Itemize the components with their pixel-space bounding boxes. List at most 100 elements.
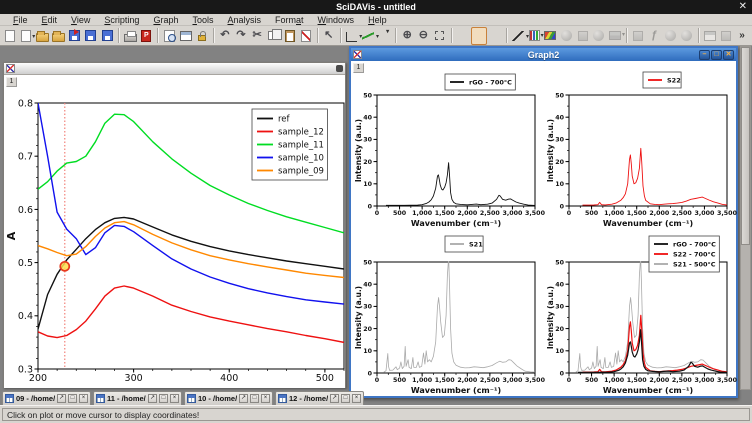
project-explorer-icon[interactable] — [161, 27, 177, 45]
uvvis-titlebar[interactable] — [4, 63, 345, 75]
menu-format[interactable]: Format — [268, 14, 311, 26]
svg-text:0.6: 0.6 — [18, 205, 33, 216]
add-text-icon[interactable] — [376, 27, 392, 45]
svg-text:20: 20 — [363, 159, 372, 166]
restore-icon[interactable]: ↗ — [148, 394, 157, 403]
new-window-icon[interactable] — [18, 27, 34, 45]
svg-text:3,000: 3,000 — [502, 210, 523, 217]
toolbar-separator — [451, 28, 452, 43]
table-icon — [278, 394, 287, 403]
cut-icon[interactable]: ✂ — [249, 27, 265, 45]
plot-window-graph2[interactable]: Graph2 –□✕ 1 05001,0001,5002,0002,5003,0… — [349, 46, 738, 398]
maximize-icon[interactable]: □ — [250, 394, 259, 403]
raman-rgo-chart[interactable]: 05001,0001,5002,0002,5003,0003,500010203… — [353, 62, 545, 229]
menu-scripting[interactable]: Scripting — [97, 14, 146, 26]
minimized-window-tab[interactable]: 12 - /home/...↗□× — [275, 391, 364, 405]
close-icon[interactable]: ✕ — [723, 50, 734, 60]
rescale-icon[interactable] — [431, 27, 447, 45]
svg-text:1,500: 1,500 — [435, 210, 456, 217]
svg-text:sample_09: sample_09 — [278, 167, 324, 177]
raman-s21-chart[interactable]: 05001,0001,5002,0002,5003,0003,500010203… — [353, 229, 545, 396]
paste-icon[interactable] — [281, 27, 297, 45]
maximize-icon[interactable]: □ — [341, 394, 350, 403]
pointer-tool-icon[interactable]: ↖ — [321, 27, 337, 45]
raman-overlay-chart[interactable]: 05001,0001,5002,0002,5003,0003,500010203… — [545, 229, 737, 396]
restore-icon[interactable]: ↗ — [239, 394, 248, 403]
maximize-icon[interactable]: □ — [711, 50, 722, 60]
plot-type-icon[interactable] — [526, 27, 542, 45]
misc-tool-1-icon — [665, 30, 676, 41]
window-menu-icon[interactable] — [336, 65, 343, 72]
zoom-in-icon[interactable]: ⊕ — [399, 27, 415, 45]
import-ascii-icon[interactable] — [67, 27, 83, 45]
close-icon[interactable]: × — [170, 394, 179, 403]
clear-icon[interactable] — [298, 27, 314, 45]
save-template-icon[interactable] — [99, 27, 115, 45]
svg-text:0.5: 0.5 — [18, 258, 33, 269]
plot-type-icon — [529, 30, 540, 41]
misc-tool-2-icon — [679, 27, 695, 45]
menu-edit[interactable]: Edit — [35, 14, 65, 26]
menu-tools[interactable]: Tools — [185, 14, 220, 26]
toolbar-separator — [340, 28, 341, 43]
minimized-window-tab[interactable]: 09 - /home/...↗□× — [2, 391, 91, 405]
scrollbar-thumb[interactable] — [741, 47, 750, 245]
move-points-icon[interactable] — [487, 27, 503, 45]
misc-tool-3-icon — [702, 27, 718, 45]
svg-text:0: 0 — [560, 370, 565, 377]
minimize-icon[interactable]: – — [699, 50, 710, 60]
window-title: SciDAVis - untitled — [0, 2, 752, 12]
restore-icon[interactable]: ↗ — [330, 394, 339, 403]
svg-text:40: 40 — [363, 114, 372, 121]
data-display-icon[interactable] — [455, 27, 471, 45]
graph2-titlebar[interactable]: Graph2 –□✕ — [351, 48, 736, 61]
new-project-icon[interactable] — [2, 27, 18, 45]
undo-icon[interactable]: ↶ — [217, 27, 233, 45]
results-log-icon[interactable] — [178, 27, 194, 45]
titlebar[interactable]: SciDAVis - untitled ✕ — [0, 0, 752, 14]
menu-analysis[interactable]: Analysis — [220, 14, 268, 26]
matrix-fn-icon: ƒ — [651, 30, 657, 41]
print-icon[interactable] — [122, 27, 138, 45]
svg-text:400: 400 — [220, 373, 238, 384]
minimized-window-tab[interactable]: 10 - /home/...↗□× — [184, 391, 273, 405]
restore-icon[interactable]: ↗ — [57, 394, 66, 403]
pointer-tool-icon: ↖ — [324, 30, 333, 41]
menu-help[interactable]: Help — [361, 14, 394, 26]
table-fn-icon — [630, 27, 646, 45]
menu-graph[interactable]: Graph — [146, 14, 185, 26]
raman-s22-chart[interactable]: 05001,0001,5002,0002,5003,0003,500010203… — [545, 62, 737, 229]
close-icon[interactable]: × — [261, 394, 270, 403]
layer-button[interactable]: 1 — [6, 77, 17, 87]
menu-windows[interactable]: Windows — [311, 14, 362, 26]
zoom-out-icon[interactable]: ⊖ — [415, 27, 431, 45]
redo-icon[interactable]: ↷ — [233, 27, 249, 45]
table-icon — [187, 394, 196, 403]
menu-view[interactable]: View — [64, 14, 97, 26]
lock-toolbars-icon[interactable] — [194, 27, 210, 45]
minimized-window-tab[interactable]: 11 - /home/...↗□× — [93, 391, 182, 405]
data-reader-icon[interactable] — [471, 27, 487, 45]
toolbar-overflow-icon[interactable]: » — [734, 27, 750, 45]
matrix-plot-icon[interactable] — [542, 27, 558, 45]
plot-window-uvvis[interactable]: 1 2003004005000.30.40.50.60.70.8Arefsamp… — [3, 62, 346, 388]
menu-file[interactable]: File — [6, 14, 35, 26]
close-icon[interactable]: × — [352, 394, 361, 403]
layer-button[interactable]: 1 — [353, 63, 364, 73]
maximize-icon[interactable]: □ — [159, 394, 168, 403]
draw-line-icon[interactable] — [510, 27, 526, 45]
open-template-icon[interactable] — [51, 27, 67, 45]
workspace-scrollbar[interactable] — [740, 46, 751, 390]
minimized-tabs-bar: 09 - /home/...↗□×11 - /home/...↗□×10 - /… — [2, 391, 364, 405]
close-icon[interactable]: × — [79, 394, 88, 403]
curve-style-icon[interactable] — [360, 27, 376, 45]
save-project-icon[interactable] — [83, 27, 99, 45]
layer-tools-icon[interactable] — [344, 27, 360, 45]
plot-window-icon — [6, 64, 15, 73]
copy-icon[interactable] — [265, 27, 281, 45]
export-pdf-icon[interactable] — [138, 27, 154, 45]
close-icon[interactable]: ✕ — [739, 0, 747, 14]
open-project-icon[interactable] — [34, 27, 50, 45]
uvvis-chart[interactable]: 2003004005000.30.40.50.60.70.8Arefsample… — [4, 75, 345, 388]
maximize-icon[interactable]: □ — [68, 394, 77, 403]
